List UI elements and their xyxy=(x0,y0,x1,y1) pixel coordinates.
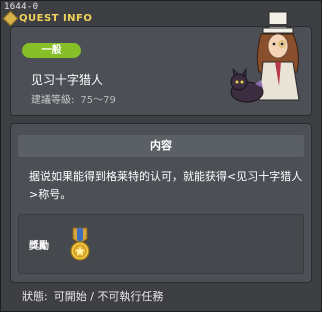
status-label: 狀態: xyxy=(22,290,48,303)
status-value: 可開始 / 不可執行任務 xyxy=(53,290,164,303)
level-label: 建議等級: xyxy=(31,95,75,106)
quest-category-badge: 一般 xyxy=(22,43,81,58)
quest-description: 据说如果能得到格莱特的认可，就能获得<见习十字猎人>称号。 xyxy=(29,170,303,201)
window-title-bar: QUEST INFO xyxy=(2,10,93,27)
quest-status: 狀態: 可開始 / 不可執行任務 xyxy=(22,288,169,304)
reward-label: 獎勵 xyxy=(29,241,49,252)
medal-icon[interactable] xyxy=(67,227,93,263)
quest-info-icon xyxy=(2,10,19,27)
level-range: 75～79 xyxy=(80,95,116,106)
reward-box xyxy=(18,214,304,274)
content-section-header: 内容 xyxy=(18,135,304,157)
window-title: QUEST INFO xyxy=(19,13,93,24)
quest-info-window: 1644-0 QUEST INFO 一般 见习十字猎人 建議等級:75～79 xyxy=(0,0,322,312)
npc-portrait-icon xyxy=(230,11,300,103)
quest-name: 见习十字猎人 xyxy=(31,73,104,87)
recommended-level: 建議等級: 75～79 xyxy=(31,91,116,106)
